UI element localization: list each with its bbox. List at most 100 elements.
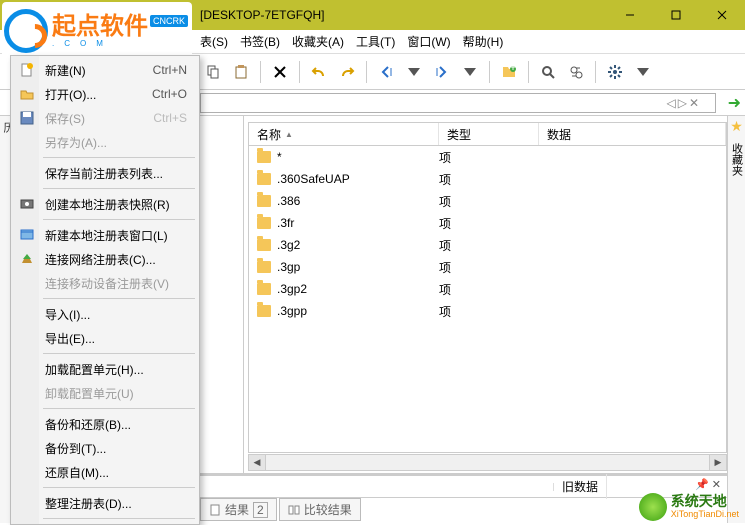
- menu-item-label: 导出(E)...: [45, 330, 95, 347]
- maximize-button[interactable]: [653, 0, 699, 30]
- menu-bookmark[interactable]: 书签(B): [240, 33, 280, 50]
- menu-window[interactable]: 窗口(W): [407, 33, 450, 50]
- menu-item-label: 新建(N): [45, 62, 86, 79]
- menu-item-label: 连接网络注册表(C)...: [45, 251, 156, 268]
- gear-globe-icon: [639, 493, 667, 521]
- snap-icon: [19, 196, 35, 212]
- nav-close-icon[interactable]: ✕: [689, 96, 699, 110]
- menu-item-label: 备份和还原(B)...: [45, 416, 131, 433]
- row-name: .360SafeUAP: [277, 172, 350, 186]
- list-row[interactable]: .360SafeUAP项: [249, 168, 726, 190]
- menu-item-label: 保存当前注册表列表...: [45, 165, 163, 182]
- pin-icon[interactable]: 📌 ✕: [695, 478, 721, 491]
- h-scrollbar[interactable]: ◀ ▶: [248, 454, 727, 471]
- menu-item-label: 备份到(T)...: [45, 440, 106, 457]
- list-row[interactable]: .3fr项: [249, 212, 726, 234]
- menu-item-label: 卸载配置单元(U): [45, 385, 134, 402]
- scroll-left-icon[interactable]: ◀: [249, 455, 266, 470]
- menu-table[interactable]: 表(S): [200, 33, 228, 50]
- dropdown-icon[interactable]: [401, 59, 427, 85]
- menu-item[interactable]: 备份到(T)...: [13, 436, 197, 460]
- window-icon: [19, 227, 35, 243]
- menu-item: 保存(S) Ctrl+S: [13, 106, 197, 130]
- back-icon[interactable]: [373, 59, 399, 85]
- star-icon[interactable]: ★: [730, 118, 743, 135]
- undo-icon[interactable]: [306, 59, 332, 85]
- list-row[interactable]: .3gp2项: [249, 278, 726, 300]
- menu-item[interactable]: 导入(I)...: [13, 302, 197, 326]
- doc-icon: [209, 504, 221, 516]
- address-input[interactable]: [200, 93, 716, 113]
- menu-item[interactable]: 导出(E)...: [13, 326, 197, 350]
- logo-mark-icon: [4, 9, 48, 53]
- menu-item-label: 新建本地注册表窗口(L): [45, 227, 168, 244]
- search-icon[interactable]: [535, 59, 561, 85]
- row-name: .3gpp: [277, 304, 307, 318]
- replace-icon[interactable]: [563, 59, 589, 85]
- close-button[interactable]: [699, 0, 745, 30]
- new-folder-icon[interactable]: +: [496, 59, 522, 85]
- row-type: 项: [439, 215, 539, 232]
- tab-compare[interactable]: 比较结果: [279, 498, 361, 521]
- list-row[interactable]: *项: [249, 146, 726, 168]
- settings-icon[interactable]: [602, 59, 628, 85]
- redo-icon[interactable]: [334, 59, 360, 85]
- list-body[interactable]: *项.360SafeUAP项.386项.3fr项.3g2项.3gp项.3gp2项…: [248, 146, 727, 453]
- nav-next-icon[interactable]: ▷: [678, 96, 687, 110]
- menu-item[interactable]: 创建本地注册表快照(R): [13, 192, 197, 216]
- save-icon: [19, 110, 35, 126]
- tab-results[interactable]: 结果 2: [200, 498, 277, 521]
- col-name[interactable]: 名称▲: [249, 123, 439, 145]
- delete-icon[interactable]: [267, 59, 293, 85]
- folder-icon: [257, 283, 271, 295]
- dropdown-icon[interactable]: [457, 59, 483, 85]
- col-type[interactable]: 类型: [439, 123, 539, 145]
- menu-item-label: 打开(O)...: [45, 86, 96, 103]
- list-row[interactable]: .3gpp项: [249, 300, 726, 322]
- menu-item[interactable]: 备份和还原(B)...: [13, 412, 197, 436]
- row-name: .3gp2: [277, 282, 307, 296]
- menu-item-shortcut: Ctrl+S: [153, 111, 197, 125]
- folder-icon: [257, 261, 271, 273]
- forward-icon[interactable]: [429, 59, 455, 85]
- scroll-right-icon[interactable]: ▶: [709, 455, 726, 470]
- menu-item[interactable]: 还原自(M)...: [13, 460, 197, 484]
- folder-icon: [257, 239, 271, 251]
- favorites-bar[interactable]: ★ 收藏夹: [727, 116, 745, 523]
- menu-item[interactable]: 打开(O)...Ctrl+O: [13, 82, 197, 106]
- menu-item[interactable]: 整理注册表(D)...: [13, 491, 197, 515]
- bottom-tabs: 结果 2 比较结果: [200, 498, 361, 521]
- paste-icon[interactable]: [228, 59, 254, 85]
- menu-item[interactable]: 新建(N)Ctrl+N: [13, 58, 197, 82]
- list-row[interactable]: .3g2项: [249, 234, 726, 256]
- nav-prev-icon[interactable]: ◁: [666, 96, 675, 110]
- menu-item[interactable]: 保存当前注册表列表...: [13, 161, 197, 185]
- minimize-button[interactable]: [607, 0, 653, 30]
- logo-text-en: .COM: [52, 39, 188, 48]
- col-data[interactable]: 数据: [539, 123, 726, 145]
- col-old-data[interactable]: 旧数据: [554, 474, 607, 499]
- menu-item: 连接移动设备注册表(V): [13, 271, 197, 295]
- menu-item[interactable]: 连接网络注册表(C)...: [13, 247, 197, 271]
- list-row[interactable]: .3gp项: [249, 256, 726, 278]
- go-icon[interactable]: ➜: [724, 93, 745, 113]
- list-row[interactable]: .386项: [249, 190, 726, 212]
- file-menu-dropdown: 新建(N)Ctrl+N打开(O)...Ctrl+O 保存(S) Ctrl+S 另存为(…: [10, 55, 200, 525]
- menu-item[interactable]: 加载配置单元(H)...: [13, 357, 197, 381]
- brand-text-cn: 系统天地: [671, 494, 739, 509]
- row-type: 项: [439, 149, 539, 166]
- menu-item: 另存为(A)...: [13, 130, 197, 154]
- logo-text-cn: 起点软件: [52, 15, 148, 39]
- svg-text:+: +: [509, 64, 516, 74]
- menu-item-label: 保存(S): [45, 110, 85, 127]
- menu-help[interactable]: 帮助(H): [463, 33, 504, 50]
- menu-favorites[interactable]: 收藏夹(A): [292, 33, 344, 50]
- dropdown-icon[interactable]: [630, 59, 656, 85]
- sort-asc-icon: ▲: [285, 130, 293, 139]
- menu-item[interactable]: 新建本地注册表窗口(L): [13, 223, 197, 247]
- favorites-label: 收藏夹: [729, 143, 745, 176]
- folder-icon: [257, 195, 271, 207]
- copy-icon[interactable]: [200, 59, 226, 85]
- menu-tools[interactable]: 工具(T): [356, 33, 395, 50]
- list-header: 名称▲ 类型 数据: [248, 122, 727, 146]
